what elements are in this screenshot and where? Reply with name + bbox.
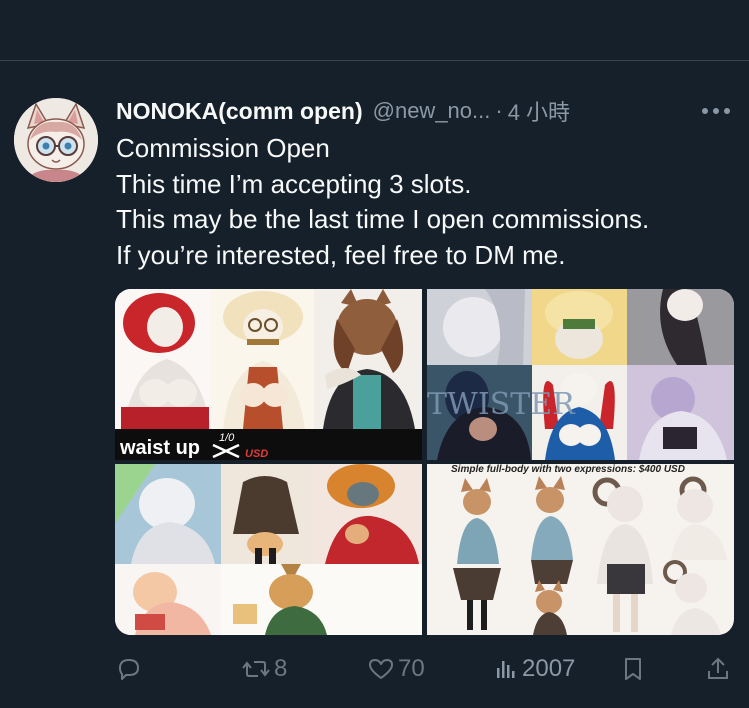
repost-icon xyxy=(242,656,270,682)
tweet-header: NONOKA(comm open) @new_no... · 4 小時 xyxy=(116,95,570,127)
image-caption: Simple full-body with two expressions: $… xyxy=(451,464,685,475)
image-caption: waist up xyxy=(119,437,200,459)
tweet-actions: 8 70 2007 xyxy=(0,651,749,687)
share-icon xyxy=(706,656,730,682)
media-image-1[interactable]: waist up 1/0 USD xyxy=(115,289,422,460)
like-button[interactable]: 70 xyxy=(368,651,425,687)
views-count: 2007 xyxy=(522,655,576,682)
share-button[interactable] xyxy=(706,651,730,687)
reply-button[interactable] xyxy=(116,651,146,687)
media-image-4[interactable]: Simple full-body with two expressions: $… xyxy=(427,464,734,635)
avatar[interactable] xyxy=(14,98,98,182)
tweet[interactable]: NONOKA(comm open) @new_no... · 4 小時 Comm… xyxy=(0,61,749,708)
image-old-price: 1/0 xyxy=(219,432,235,444)
tweet-text: Commission Open This time I’m accepting … xyxy=(116,131,649,273)
top-bar-area xyxy=(0,0,749,60)
user-handle[interactable]: @new_no... xyxy=(373,98,491,124)
like-count: 70 xyxy=(398,655,425,682)
media-image-2[interactable]: TWISTER xyxy=(427,289,734,460)
repost-count: 8 xyxy=(274,655,288,682)
tweet-text-line: This time I’m accepting 3 slots. xyxy=(116,168,472,199)
media-grid: waist up 1/0 USD TWISTER Simple full-bod… xyxy=(115,289,734,635)
header-separator: · xyxy=(495,98,503,123)
display-name[interactable]: NONOKA(comm open) xyxy=(116,98,363,125)
more-options-icon[interactable] xyxy=(698,97,734,125)
media-image-3[interactable] xyxy=(115,464,422,635)
tweet-text-line: If you’re interested, feel free to DM me… xyxy=(116,239,566,270)
reply-icon xyxy=(116,656,142,682)
tweet-timestamp[interactable]: 4 小時 xyxy=(508,95,570,127)
tweet-text-line: Commission Open xyxy=(116,133,330,163)
bar-chart-icon xyxy=(494,657,518,681)
image-banner-text: TWISTER xyxy=(427,387,576,422)
views-button[interactable]: 2007 xyxy=(494,651,575,687)
bookmark-icon xyxy=(622,656,644,682)
image-price-unit: USD xyxy=(245,448,268,460)
tweet-text-line: This may be the last time I open commiss… xyxy=(116,204,650,234)
repost-button[interactable]: 8 xyxy=(242,651,287,687)
heart-icon xyxy=(368,657,394,681)
bookmark-button[interactable] xyxy=(622,651,644,687)
